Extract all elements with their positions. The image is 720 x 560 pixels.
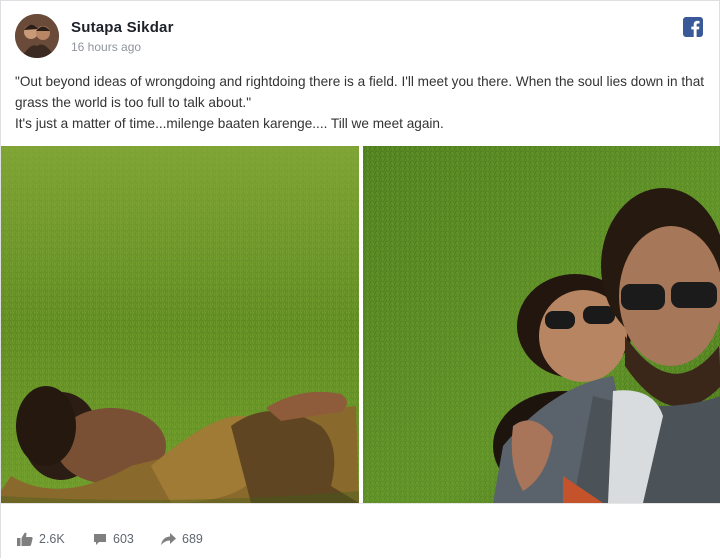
like-stat[interactable]: 2.6K bbox=[17, 532, 65, 546]
caption-quote: "Out beyond ideas of wrongdoing and righ… bbox=[15, 74, 705, 110]
thumbs-up-icon bbox=[17, 532, 33, 546]
photo-grid bbox=[1, 146, 720, 503]
photo-selfie-on-grass[interactable] bbox=[363, 146, 720, 503]
author-name[interactable]: Sutapa Sikdar bbox=[71, 19, 174, 36]
post-header: Sutapa Sikdar 16 hours ago bbox=[15, 12, 174, 60]
like-count: 2.6K bbox=[39, 532, 65, 546]
facebook-icon bbox=[683, 17, 703, 37]
comment-icon bbox=[94, 533, 106, 545]
photo-man-lying-on-grass[interactable] bbox=[1, 146, 359, 503]
comment-stat[interactable]: 603 bbox=[93, 532, 134, 546]
author-avatar[interactable] bbox=[15, 14, 59, 58]
post-footer: 2.6K 603 689 bbox=[1, 503, 720, 560]
share-count: 689 bbox=[182, 532, 203, 546]
share-stat[interactable]: 689 bbox=[161, 532, 203, 546]
comment-count: 603 bbox=[113, 532, 134, 546]
caption-message: It's just a matter of time...milenge baa… bbox=[15, 116, 444, 131]
post-timestamp[interactable]: 16 hours ago bbox=[71, 40, 174, 54]
post-meta: Sutapa Sikdar 16 hours ago bbox=[71, 19, 174, 54]
share-arrow-icon bbox=[161, 533, 176, 545]
facebook-post-card: Sutapa Sikdar 16 hours ago "Out beyond i… bbox=[0, 0, 720, 560]
post-caption: "Out beyond ideas of wrongdoing and righ… bbox=[15, 71, 705, 134]
